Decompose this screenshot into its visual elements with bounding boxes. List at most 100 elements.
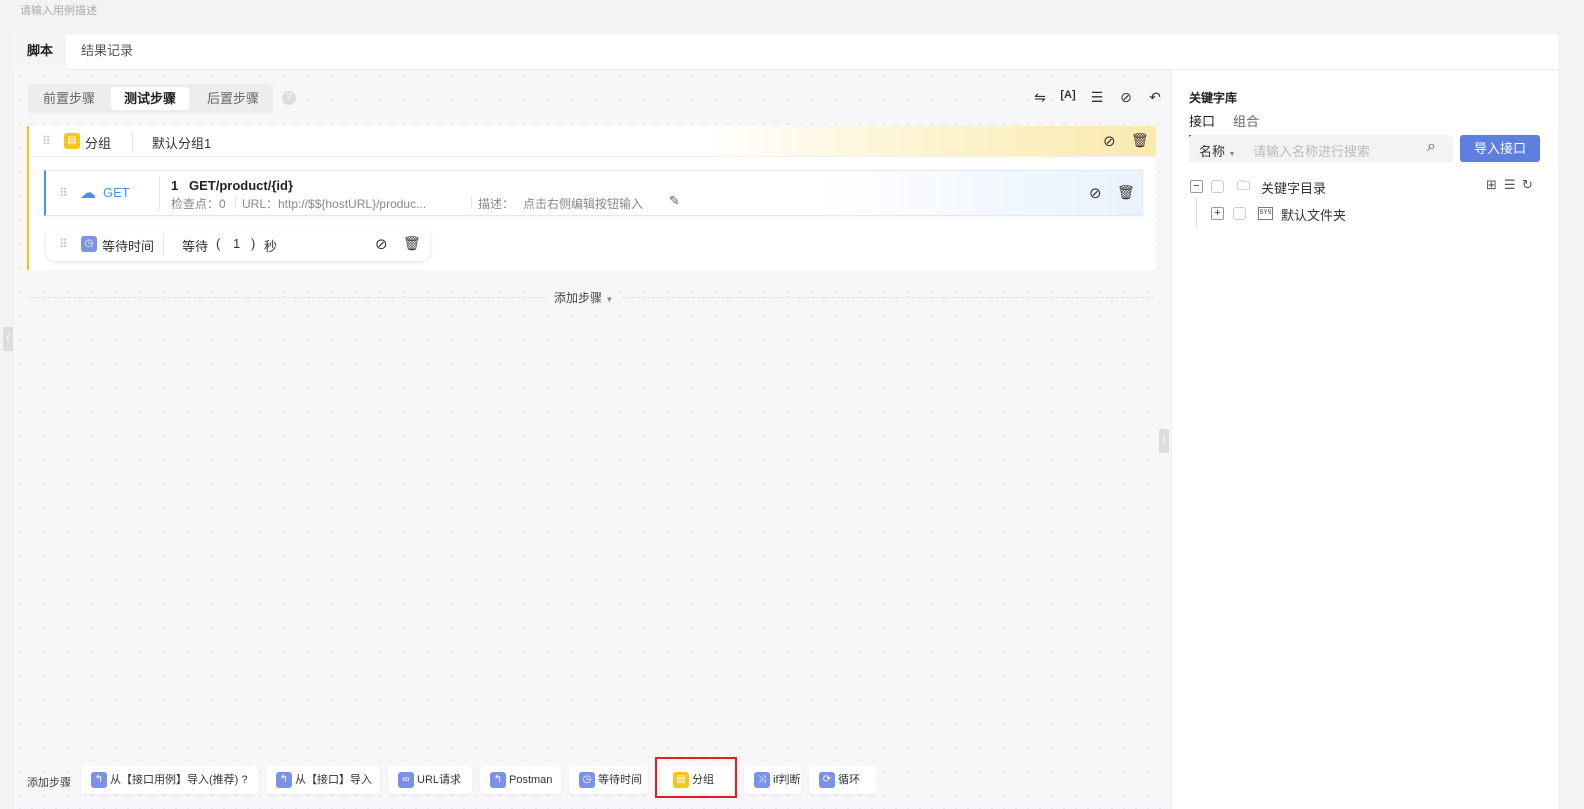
add-step-dropdown[interactable]: 添加步骤 ▼ <box>548 289 620 306</box>
group-step: ⠿ ▤ 分组 默认分组1 ⊘ 🗑 ⠿ ☁ GET 1 GET/product/{… <box>27 126 1156 270</box>
undo-icon[interactable]: ↶ <box>1147 89 1163 106</box>
system-folder-icon: SYS <box>1258 207 1273 220</box>
clock-icon: ◷ <box>81 236 97 252</box>
disable-icon[interactable]: ⊘ <box>1089 184 1102 202</box>
settings-sliders-icon[interactable]: ⇋ <box>1032 89 1048 106</box>
tab-script[interactable]: 脚本 <box>14 34 67 70</box>
search-type-label: 名称 <box>1199 144 1226 159</box>
delete-icon[interactable]: 🗑 <box>1131 132 1149 149</box>
search-input[interactable]: 请输入名称进行搜索 <box>1253 141 1370 160</box>
tab-bar: 脚本 结果记录 <box>14 34 1558 70</box>
search-icon[interactable]: ⌕ <box>1427 138 1436 156</box>
button-label: 等待时间 <box>598 774 642 786</box>
button-label: Postman <box>509 774 553 786</box>
button-label: if判断 <box>773 774 801 786</box>
keyword-library-panel <box>1172 70 1558 809</box>
tab-interface[interactable]: 接口 <box>1189 111 1216 137</box>
drag-handle-icon[interactable]: ⠿ <box>42 134 51 148</box>
folder-icon: 🗀 <box>1237 178 1251 193</box>
button-label: 从【接口】导入 <box>295 774 372 786</box>
add-step-label: 添加步骤 <box>554 291 603 305</box>
if-button[interactable]: ⤨ if判断 <box>744 766 801 794</box>
clock-icon: ◷ <box>579 772 595 789</box>
divider <box>471 196 472 209</box>
checkpoints: 检查点：0 <box>171 197 226 211</box>
button-label: 从【接口用例】导入(推荐) <box>110 774 239 786</box>
link-icon: ∞ <box>398 772 414 789</box>
group-icon: ▤ <box>64 133 80 149</box>
step-phase-tabs: 前置步骤 测试步骤 后置步骤 <box>28 84 273 113</box>
expand-icon[interactable]: + <box>1211 207 1224 220</box>
delete-icon[interactable]: 🗑 <box>403 235 421 252</box>
tree-root[interactable]: 关键字目录 <box>1261 178 1326 197</box>
text-format-icon[interactable]: [A] <box>1060 89 1076 101</box>
search-box: 名称 ▼ 请输入名称进行搜索 ⌕ <box>1189 135 1453 162</box>
add-folder-icon[interactable]: ⊞ <box>1486 177 1497 193</box>
button-label: URL请求 <box>417 774 462 786</box>
postman-button[interactable]: ↰ Postman <box>480 766 561 794</box>
edit-pencil-icon[interactable]: ✎ <box>669 193 680 209</box>
list-icon[interactable]: ☰ <box>1089 89 1105 106</box>
collapse-right-handle[interactable]: ⟩ <box>1159 429 1169 453</box>
wait-prefix: 等待 <box>182 239 209 254</box>
divider <box>132 132 133 152</box>
cloud-download-icon: ☁ <box>80 185 96 202</box>
divider <box>163 233 164 256</box>
paren: ) <box>251 236 256 251</box>
step-title: GET/product/{id} <box>189 178 293 193</box>
group-type: 分组 <box>85 136 112 151</box>
wait-seconds-input[interactable]: 1 <box>233 236 240 251</box>
collapse-icon[interactable]: − <box>1190 180 1203 193</box>
case-description-input[interactable]: 请输入用例描述 <box>20 2 97 18</box>
import-icon: ↰ <box>276 772 292 789</box>
desc-label: 描述： <box>478 197 515 211</box>
group-header: ⠿ ▤ 分组 默认分组1 ⊘ 🗑 <box>29 126 1156 157</box>
wait-time-button[interactable]: ◷ 等待时间 <box>569 766 648 794</box>
disable-icon[interactable]: ⊘ <box>375 235 388 253</box>
import-icon: ↰ <box>490 772 506 789</box>
drag-handle-icon[interactable]: ⠿ <box>59 237 68 251</box>
disable-icon[interactable]: ⊘ <box>1118 89 1134 106</box>
button-label: 循环 <box>838 774 860 786</box>
disable-icon[interactable]: ⊘ <box>1103 132 1116 150</box>
caret-down-icon: ▼ <box>1228 151 1236 158</box>
checkbox[interactable] <box>1211 180 1224 193</box>
sort-icon[interactable]: ☰ <box>1504 177 1516 193</box>
help-icon[interactable]: ? <box>282 91 296 105</box>
search-type-select[interactable]: 名称 ▼ <box>1199 141 1236 160</box>
divider <box>235 196 236 209</box>
import-icon: ↰ <box>91 772 107 789</box>
caret-down-icon: ▼ <box>605 295 614 304</box>
step-index: 1 <box>171 178 179 193</box>
tab-results[interactable]: 结果记录 <box>68 34 146 70</box>
panel-title: 关键字库 <box>1189 91 1238 105</box>
tab-post-steps[interactable]: 后置步骤 <box>194 87 272 110</box>
drag-handle-icon[interactable]: ⠿ <box>59 186 68 200</box>
get-request-step[interactable]: ⠿ ☁ GET 1 GET/product/{id} 检查点：0 URL：htt… <box>44 170 1143 216</box>
bottom-add-step-label: 添加步骤 <box>27 777 71 789</box>
loop-icon: ⟳ <box>819 772 835 789</box>
tree-child[interactable]: 默认文件夹 <box>1281 205 1346 224</box>
tab-test-steps[interactable]: 测试步骤 <box>111 87 190 110</box>
divider <box>159 176 160 210</box>
group-name[interactable]: 默认分组1 <box>152 133 211 152</box>
import-interface-button[interactable]: 导入接口 <box>1460 135 1540 162</box>
tab-pre-steps[interactable]: 前置步骤 <box>30 87 108 110</box>
checkbox[interactable] <box>1233 207 1246 220</box>
import-from-api-button[interactable]: ↰ 从【接口】导入 <box>266 766 380 794</box>
delete-icon[interactable]: 🗑 <box>1117 184 1135 201</box>
loop-button[interactable]: ⟳ 循环 <box>809 766 877 794</box>
refresh-icon[interactable]: ↻ <box>1522 177 1533 193</box>
help-icon: ? <box>241 774 248 786</box>
import-from-case-button[interactable]: ↰ 从【接口用例】导入(推荐) ? <box>81 766 258 794</box>
desc-value: 点击右侧编辑按钮输入 <box>523 197 644 211</box>
tab-combination[interactable]: 组合 <box>1233 111 1259 130</box>
tree-line <box>1196 198 1197 228</box>
url-request-button[interactable]: ∞ URL请求 <box>388 766 472 794</box>
wait-unit: 秒 <box>264 239 278 254</box>
method-label: GET <box>103 185 130 200</box>
highlight-box <box>655 757 737 798</box>
wait-type: 等待时间 <box>102 239 155 254</box>
collapse-left-handle[interactable]: ⟨ <box>3 327 13 351</box>
wait-step[interactable]: ⠿ ◷ 等待时间 等待 ( 1 ) 秒 ⊘ 🗑 <box>46 228 430 261</box>
